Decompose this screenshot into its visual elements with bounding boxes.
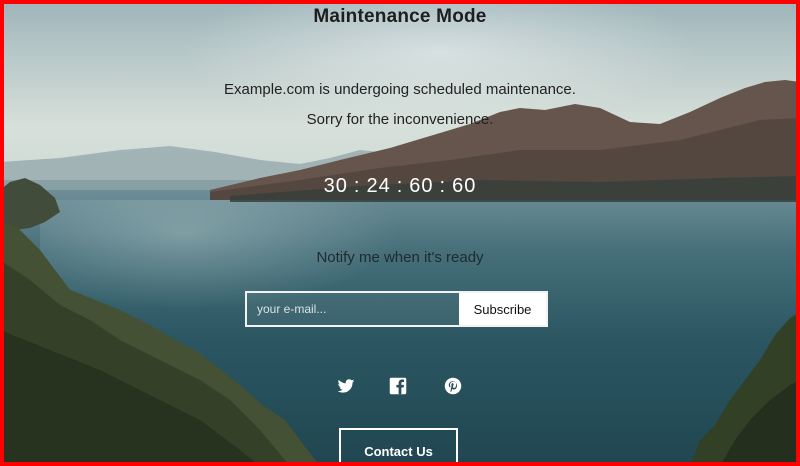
apology-message: Sorry for the inconvenience. xyxy=(306,111,494,128)
countdown-minutes: 60 xyxy=(409,175,434,197)
subscribe-form: Subscribe xyxy=(245,291,548,327)
countdown-timer: 30:24:60:60 xyxy=(0,175,800,198)
email-input[interactable] xyxy=(247,293,459,325)
countdown-separator: : xyxy=(439,175,447,197)
pinterest-icon xyxy=(444,377,462,395)
countdown-separator: : xyxy=(396,175,404,197)
page-title: Maintenance Mode xyxy=(313,6,487,27)
contact-us-button[interactable]: Contact Us xyxy=(339,428,458,466)
countdown-days: 30 xyxy=(323,175,348,197)
pinterest-link[interactable] xyxy=(444,377,462,395)
maintenance-message: Example.com is undergoing scheduled main… xyxy=(224,81,576,98)
countdown-hours: 24 xyxy=(366,175,391,197)
twitter-link[interactable] xyxy=(337,377,355,395)
countdown-seconds: 60 xyxy=(452,175,477,197)
social-links xyxy=(0,377,800,395)
notify-heading: Notify me when it's ready xyxy=(316,249,484,266)
countdown-separator: : xyxy=(353,175,361,197)
maintenance-content: Maintenance Mode Example.com is undergoi… xyxy=(0,0,800,466)
facebook-icon xyxy=(389,377,407,395)
facebook-link[interactable] xyxy=(389,377,407,395)
twitter-icon xyxy=(337,379,355,393)
subscribe-button[interactable]: Subscribe xyxy=(459,293,546,325)
